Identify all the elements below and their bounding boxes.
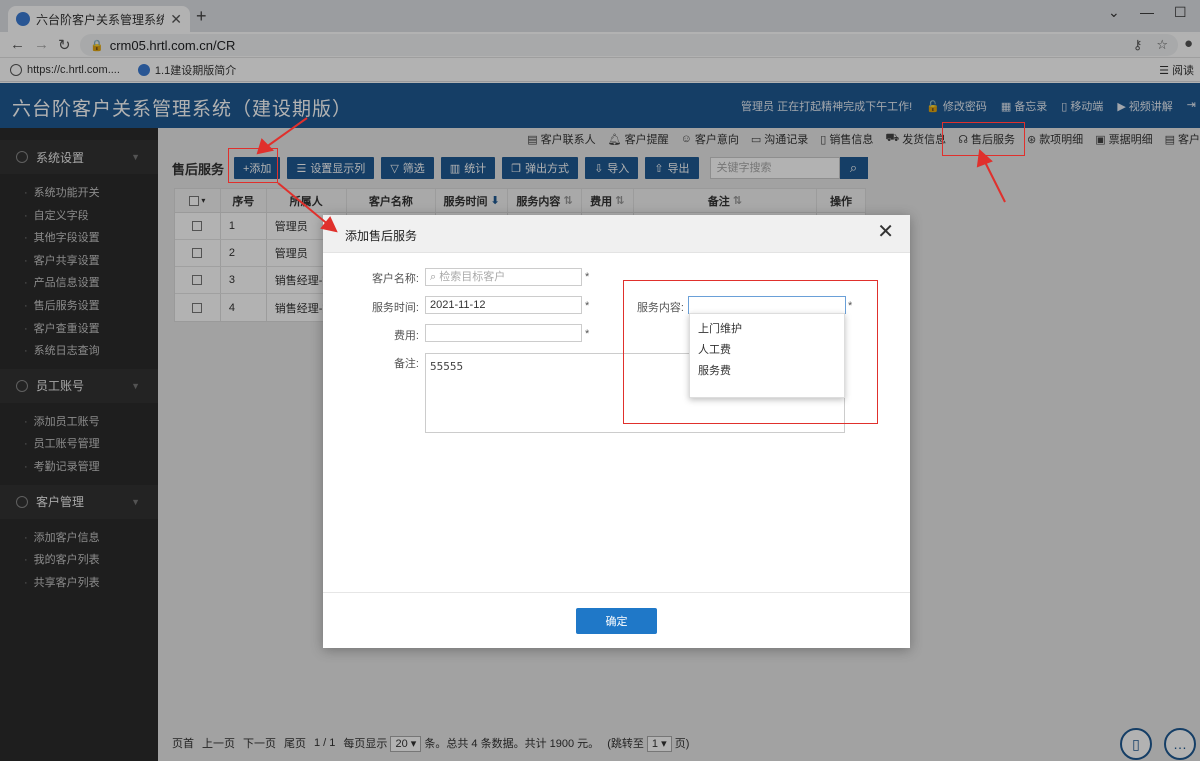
close-icon[interactable]: ✕: [877, 222, 894, 242]
fee-label: 费用:: [393, 330, 419, 342]
customer-search-input[interactable]: ⌕ 检索目标客户: [425, 268, 582, 286]
annotation-box-add: [228, 148, 278, 183]
required-mark: *: [585, 328, 590, 340]
annotation-box-content: [623, 280, 878, 424]
dialog-footer: 确定: [323, 592, 910, 648]
customer-label: 客户名称:: [371, 273, 419, 285]
confirm-button[interactable]: 确定: [576, 608, 657, 634]
dialog-header: 添加售后服务 ✕: [323, 215, 910, 253]
dialog-title: 添加售后服务: [345, 229, 418, 243]
annotation-box-after-sales: [942, 122, 1025, 156]
search-icon: ⌕: [430, 271, 437, 283]
required-mark: *: [585, 271, 590, 283]
time-label: 服务时间:: [371, 302, 419, 314]
fee-input[interactable]: [425, 324, 582, 342]
service-time-input[interactable]: 2021-11-12: [425, 296, 582, 314]
required-mark: *: [585, 300, 590, 312]
note-label: 备注:: [393, 358, 419, 370]
